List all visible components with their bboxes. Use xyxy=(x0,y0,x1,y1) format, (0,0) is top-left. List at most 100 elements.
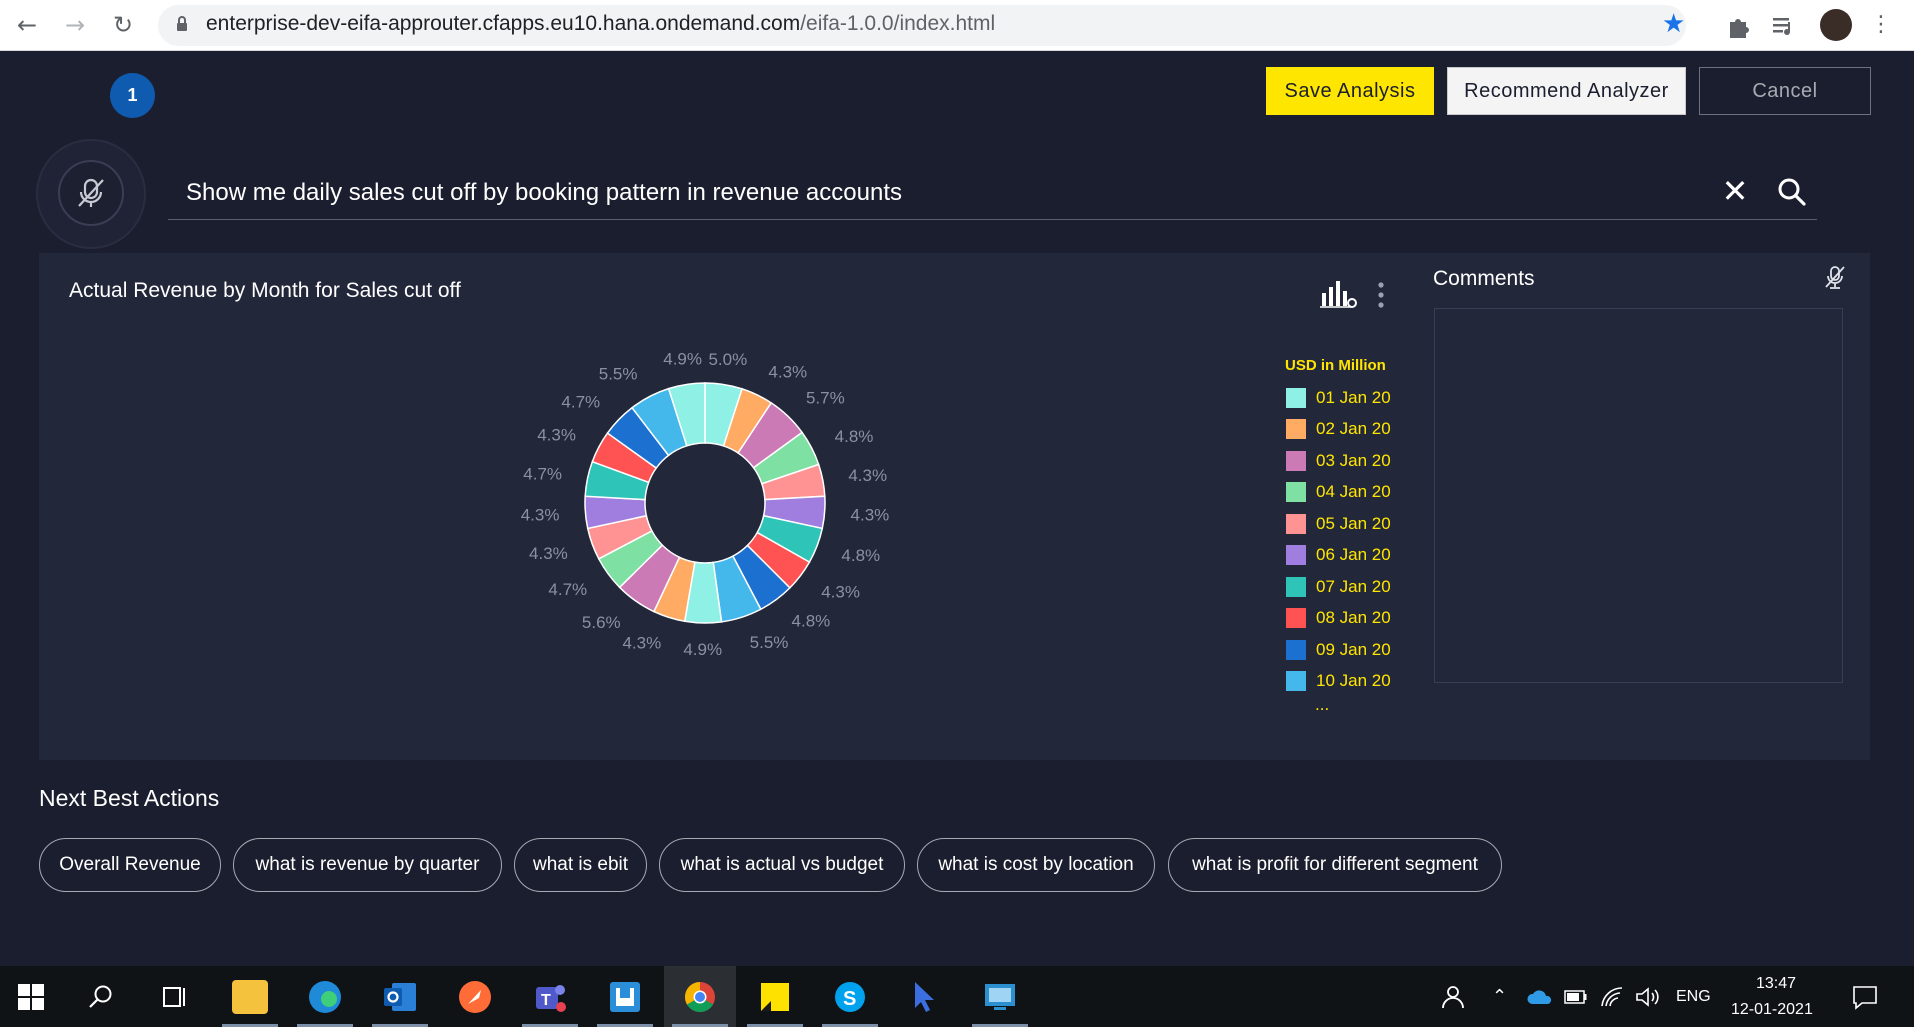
slice-data-label: 4.7% xyxy=(561,392,600,411)
file-explorer-taskbar-item[interactable] xyxy=(214,966,286,1027)
outlook-taskbar-item[interactable] xyxy=(364,966,436,1027)
people-icon[interactable] xyxy=(1438,984,1464,1010)
slice-data-label: 4.3% xyxy=(851,505,890,524)
teams-taskbar-item[interactable]: T xyxy=(514,966,586,1027)
clock-date[interactable]: 12-01-2021 xyxy=(1731,1001,1813,1019)
tray-chevron-icon[interactable]: ⌃ xyxy=(1492,986,1507,1007)
legend-swatch xyxy=(1286,419,1306,440)
next-action-chip[interactable]: what is profit for different segment xyxy=(1168,838,1502,892)
search-underline xyxy=(168,219,1817,220)
donut-chart: 5.0%4.3%5.7%4.8%4.3%4.3%4.8%4.3%4.8%5.5%… xyxy=(521,350,890,659)
notifications-icon[interactable] xyxy=(1852,984,1878,1010)
extensions-icon[interactable] xyxy=(1724,12,1752,40)
clock-time[interactable]: 13:47 xyxy=(1756,975,1796,993)
pointer-app-taskbar-item[interactable] xyxy=(889,966,961,1027)
svg-text:T: T xyxy=(541,992,551,1009)
slice-data-label: 4.9% xyxy=(663,350,702,369)
slice-data-label: 5.0% xyxy=(708,350,747,369)
save-analysis-button[interactable]: Save Analysis xyxy=(1266,67,1434,115)
postman-taskbar-item[interactable] xyxy=(439,966,511,1027)
url-text[interactable]: enterprise-dev-eifa-approuter.cfapps.eu1… xyxy=(206,12,995,36)
legend-item[interactable]: 07 Jan 20 xyxy=(1285,571,1425,603)
chart-legend: USD in Million 01 Jan 20 02 Jan 20 03 Jan … xyxy=(1285,357,1425,713)
next-action-chip[interactable]: what is actual vs budget xyxy=(659,838,905,892)
reload-icon[interactable]: ↻ xyxy=(108,10,138,40)
onedrive-icon[interactable] xyxy=(1526,988,1554,1006)
legend-label: 06 Jan 20 xyxy=(1316,545,1391,565)
legend-item[interactable]: 08 Jan 20 xyxy=(1285,603,1425,635)
wifi-icon[interactable] xyxy=(1600,986,1624,1008)
next-action-chip[interactable]: what is ebit xyxy=(514,838,647,892)
legend-swatch xyxy=(1286,513,1306,534)
next-action-chip[interactable]: what is revenue by quarter xyxy=(233,838,502,892)
slice-data-label: 5.5% xyxy=(750,633,789,652)
legend-label: 05 Jan 20 xyxy=(1316,513,1391,533)
slice-data-label: 4.7% xyxy=(548,580,587,599)
task-view-icon[interactable] xyxy=(160,984,188,1010)
legend-label: 10 Jan 20 xyxy=(1316,671,1391,691)
legend-swatch xyxy=(1286,576,1306,597)
browser-toolbar: ← → ↻ enterprise-dev-eifa-approuter.cfap… xyxy=(0,0,1914,51)
next-best-actions-title: Next Best Actions xyxy=(39,785,220,811)
edge-icon xyxy=(309,981,341,1013)
search-icon[interactable] xyxy=(1776,176,1808,208)
legend-swatch xyxy=(1286,545,1306,566)
comments-title: Comments xyxy=(1433,267,1535,290)
legend-label: 03 Jan 20 xyxy=(1316,450,1391,470)
taskbar-search-icon[interactable] xyxy=(88,984,114,1010)
file-explorer-icon xyxy=(232,980,268,1014)
media-queue-icon[interactable] xyxy=(1770,12,1798,40)
clear-search-icon[interactable]: ✕ xyxy=(1720,175,1750,207)
next-action-chip[interactable]: Overall Revenue xyxy=(39,838,221,892)
teams-icon: T xyxy=(536,985,566,1012)
legend-more-indicator[interactable]: ... xyxy=(1315,696,1425,713)
slice-data-label: 5.6% xyxy=(582,613,621,632)
remote-desktop-taskbar-item[interactable] xyxy=(964,966,1036,1027)
chart-settings-icon[interactable] xyxy=(1319,279,1359,309)
more-options-icon[interactable] xyxy=(1377,281,1385,309)
legend-item[interactable]: 04 Jan 20 xyxy=(1285,477,1425,509)
mic-muted-icon[interactable] xyxy=(74,176,108,210)
sticky-notes-taskbar-item[interactable] xyxy=(739,966,811,1027)
comments-mic-muted-icon[interactable] xyxy=(1823,265,1847,291)
legend-item[interactable]: 02 Jan 20 xyxy=(1285,414,1425,446)
legend-item[interactable]: 09 Jan 20 xyxy=(1285,634,1425,666)
legend-swatch xyxy=(1286,387,1306,408)
slice-data-label: 4.3% xyxy=(529,544,568,563)
bookmark-star-icon[interactable]: ★ xyxy=(1662,9,1685,39)
legend-item[interactable]: 06 Jan 20 xyxy=(1285,540,1425,572)
legend-label: 04 Jan 20 xyxy=(1316,482,1391,502)
legend-item[interactable]: 05 Jan 20 xyxy=(1285,508,1425,540)
url-path: /eifa-1.0.0/index.html xyxy=(800,12,996,35)
legend-item[interactable]: 03 Jan 20 xyxy=(1285,445,1425,477)
comments-box[interactable] xyxy=(1434,308,1843,683)
skype-icon: S xyxy=(835,982,865,1012)
volume-icon[interactable] xyxy=(1634,986,1660,1008)
legend-item[interactable]: 10 Jan 20 xyxy=(1285,666,1425,698)
postman-icon xyxy=(459,981,491,1013)
browser-menu-icon[interactable]: ⋮ xyxy=(1866,10,1896,40)
language-indicator[interactable]: ENG xyxy=(1676,988,1711,1006)
edge-taskbar-item[interactable] xyxy=(289,966,361,1027)
next-action-chip[interactable]: what is cost by location xyxy=(917,838,1155,892)
slice-data-label: 4.8% xyxy=(835,427,874,446)
recommend-analyzer-button[interactable]: Recommend Analyzer xyxy=(1447,67,1686,115)
legend-item[interactable]: 01 Jan 20 xyxy=(1285,382,1425,414)
slice-data-label: 4.3% xyxy=(848,466,887,485)
app-taskbar-item[interactable] xyxy=(589,966,661,1027)
slice-data-label: 5.7% xyxy=(806,389,845,408)
search-query-text[interactable]: Show me daily sales cut off by booking p… xyxy=(186,179,902,207)
chrome-taskbar-item[interactable] xyxy=(664,966,736,1027)
remote-desktop-icon xyxy=(985,984,1015,1010)
lock-icon[interactable] xyxy=(176,16,188,32)
profile-avatar[interactable] xyxy=(1820,9,1852,41)
slice-data-label: 4.8% xyxy=(841,546,880,565)
skype-taskbar-item[interactable]: S xyxy=(814,966,886,1027)
forward-arrow-icon[interactable]: → xyxy=(60,10,90,40)
back-arrow-icon[interactable]: ← xyxy=(12,10,42,40)
battery-icon[interactable] xyxy=(1564,990,1588,1004)
slice-data-label: 4.3% xyxy=(768,362,807,381)
windows-start-icon[interactable] xyxy=(18,984,44,1010)
cancel-button[interactable]: Cancel xyxy=(1699,67,1871,115)
sticky-notes-icon xyxy=(761,983,789,1011)
